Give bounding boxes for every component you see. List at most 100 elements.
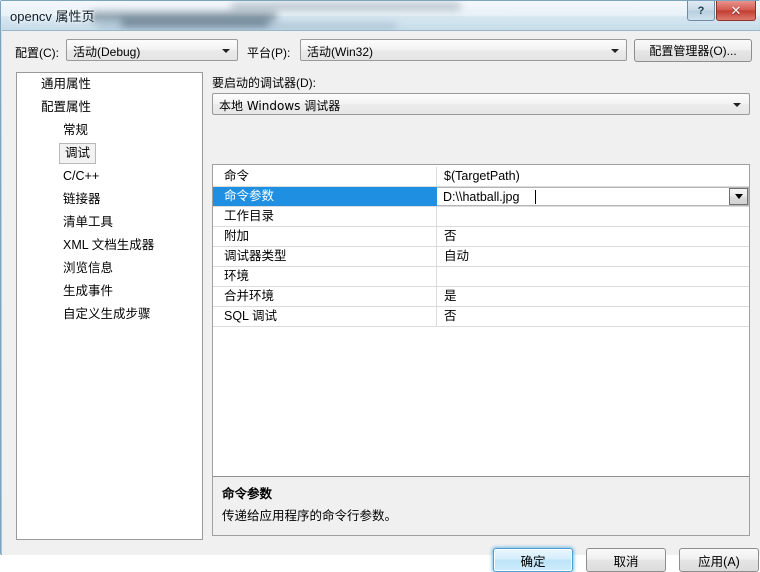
text-caret <box>535 190 536 204</box>
tree-item-indent: 浏览信息 <box>17 257 202 280</box>
question-mark-icon: ? <box>697 4 705 17</box>
property-row[interactable]: 命令 $(TargetPath) <box>213 167 749 187</box>
tree-item-indent: C/C++ <box>17 165 202 188</box>
property-row-name: 环境 <box>213 267 437 286</box>
tree-item[interactable]: 浏览信息 <box>17 257 202 280</box>
configuration-bar: 配置(C): 活动(Debug) 平台(P): 活动(Win32) 配置管理器(… <box>2 31 760 67</box>
tree-item-label: 调试 <box>59 143 97 164</box>
property-grid-rows: 命令 $(TargetPath) 命令参数 D:\\hatball.jpg 工作目录 附加… <box>213 167 749 327</box>
tree-item-label: 自定义生成步骤 <box>63 307 151 321</box>
description-title: 命令参数 <box>222 487 273 501</box>
tree-item-label: 链接器 <box>63 192 101 206</box>
configuration-manager-button-label: 配置管理器(O)... <box>649 44 737 58</box>
debugger-to-launch-dropdown[interactable]: 本地 Windows 调试器 <box>212 93 750 115</box>
tree-item-indent: 链接器 <box>17 188 202 211</box>
debugger-to-launch-value: 本地 Windows 调试器 <box>219 99 341 113</box>
property-row[interactable]: 调试器类型 自动 <box>213 247 749 267</box>
close-button[interactable]: ✕ <box>716 1 756 21</box>
tree-item-label: C/C++ <box>63 169 100 183</box>
property-value-editor-text: D:\\hatball.jpg <box>443 190 520 204</box>
platform-dropdown[interactable]: 活动(Win32) <box>300 39 627 61</box>
property-row-name: SQL 调试 <box>213 307 437 326</box>
title-bar[interactable]: opencv 属性页 ? ✕ <box>1 1 760 31</box>
tree-item-label: 常规 <box>63 123 89 137</box>
property-row[interactable]: 附加否 <box>213 227 749 247</box>
property-row-name: 附加 <box>213 227 437 246</box>
configuration-label: 配置(C): <box>15 46 59 60</box>
ok-button-label: 确定 <box>520 554 546 569</box>
tree-item[interactable]: 常规 <box>17 119 202 142</box>
close-icon: ✕ <box>730 2 742 18</box>
tree-item-indent: 清单工具 <box>17 211 202 234</box>
dialog-client-area: 配置(C): 活动(Debug) 平台(P): 活动(Win32) 配置管理器(… <box>2 30 760 572</box>
tree-item[interactable]: 清单工具 <box>17 211 202 234</box>
tree-item-indent: 配置属性 <box>17 96 202 119</box>
description-text: 传递给应用程序的命令行参数。 <box>222 509 398 523</box>
property-row[interactable]: 工作目录 <box>213 207 749 227</box>
property-tree-panel[interactable]: 通用属性配置属性常规调试 C/C++ 链接器清单工具 XML 文档生成器 浏览信息生成事… <box>16 72 203 540</box>
chevron-down-icon <box>733 103 741 107</box>
tree-item-label: 浏览信息 <box>63 261 114 275</box>
property-row-value: 否 <box>444 229 457 243</box>
tree-item-label: 配置属性 <box>41 100 92 114</box>
property-row-value <box>437 207 749 226</box>
apply-button-label: 应用(A) <box>698 554 740 569</box>
property-row[interactable]: 环境 <box>213 267 749 287</box>
property-row-value: 否 <box>444 309 457 323</box>
chevron-down-icon <box>611 49 619 53</box>
tree-item-indent: 自定义生成步骤 <box>17 303 202 326</box>
tree-item-label: 清单工具 <box>63 215 114 229</box>
ok-button[interactable]: 确定 <box>493 548 573 572</box>
tree-item-indent: 通用属性 <box>17 73 202 96</box>
cancel-button[interactable]: 取消 <box>586 548 666 572</box>
tree-item[interactable]: 链接器 <box>17 188 202 211</box>
tree-item[interactable]: 生成事件 <box>17 280 202 303</box>
property-row-name: 命令 <box>213 167 437 186</box>
configuration-dropdown[interactable]: 活动(Debug) <box>66 39 238 61</box>
property-grid[interactable]: 命令 $(TargetPath) 命令参数 D:\\hatball.jpg 工作目录 附加… <box>212 164 750 477</box>
tree-item[interactable]: 配置属性 <box>17 96 202 119</box>
property-row-name: 工作目录 <box>213 207 437 226</box>
property-row[interactable]: SQL 调试否 <box>213 307 749 327</box>
platform-dropdown-value: 活动(Win32) <box>307 45 374 59</box>
property-row-value: 自动 <box>444 249 470 263</box>
tree-item-label: 通用属性 <box>41 77 92 91</box>
tree-item[interactable]: 自定义生成步骤 <box>17 303 202 326</box>
tree-item[interactable]: C/C++ <box>17 165 202 188</box>
debugger-to-launch-label: 要启动的调试器(D): <box>212 76 316 90</box>
tree-item-indent: XML 文档生成器 <box>17 234 202 257</box>
tree-item-indent: 生成事件 <box>17 280 202 303</box>
property-tree-list: 通用属性配置属性常规调试 C/C++ 链接器清单工具 XML 文档生成器 浏览信息生成事… <box>17 73 202 326</box>
tree-item-label: 生成事件 <box>63 284 114 298</box>
configuration-dropdown-value: 活动(Debug) <box>73 45 141 59</box>
configuration-manager-button[interactable]: 配置管理器(O)... <box>634 39 752 62</box>
property-row-value: $(TargetPath) <box>444 169 520 183</box>
tree-item-indent: 调试 <box>17 142 202 165</box>
property-value-editor[interactable]: D:\\hatball.jpg <box>437 187 749 206</box>
property-row-name: 合并环境 <box>213 287 437 306</box>
tree-item[interactable]: XML 文档生成器 <box>17 234 202 257</box>
property-detail-pane: 要启动的调试器(D): 本地 Windows 调试器 命令 $(TargetPat… <box>210 72 752 540</box>
glass-blur-artifact <box>231 3 461 10</box>
property-row-name: 调试器类型 <box>213 247 437 266</box>
tree-item-indent: 常规 <box>17 119 202 142</box>
tree-item[interactable]: 调试 <box>17 142 202 165</box>
chevron-down-icon <box>222 49 230 53</box>
property-row-name: 命令参数 <box>213 187 437 206</box>
property-row[interactable]: 合并环境是 <box>213 287 749 307</box>
tree-item-label: XML 文档生成器 <box>63 238 155 252</box>
tree-item[interactable]: 通用属性 <box>17 73 202 96</box>
help-button[interactable]: ? <box>687 1 715 21</box>
platform-label: 平台(P): <box>247 46 291 60</box>
apply-button[interactable]: 应用(A) <box>679 548 759 572</box>
window-title: opencv 属性页 <box>10 9 95 24</box>
property-value-dropdown-button[interactable] <box>729 188 748 205</box>
glass-blur-artifact <box>97 23 397 29</box>
property-row[interactable]: 命令参数 D:\\hatball.jpg <box>213 187 749 207</box>
description-panel: 命令参数 传递给应用程序的命令行参数。 <box>212 476 750 536</box>
cancel-button-label: 取消 <box>613 554 639 569</box>
chevron-down-icon <box>734 194 743 199</box>
property-row-value: 是 <box>444 289 457 303</box>
property-row-value <box>437 267 749 286</box>
property-pages-window: opencv 属性页 ? ✕ 配置(C): 活动(Debug) 平台(P): 活… <box>0 0 760 572</box>
